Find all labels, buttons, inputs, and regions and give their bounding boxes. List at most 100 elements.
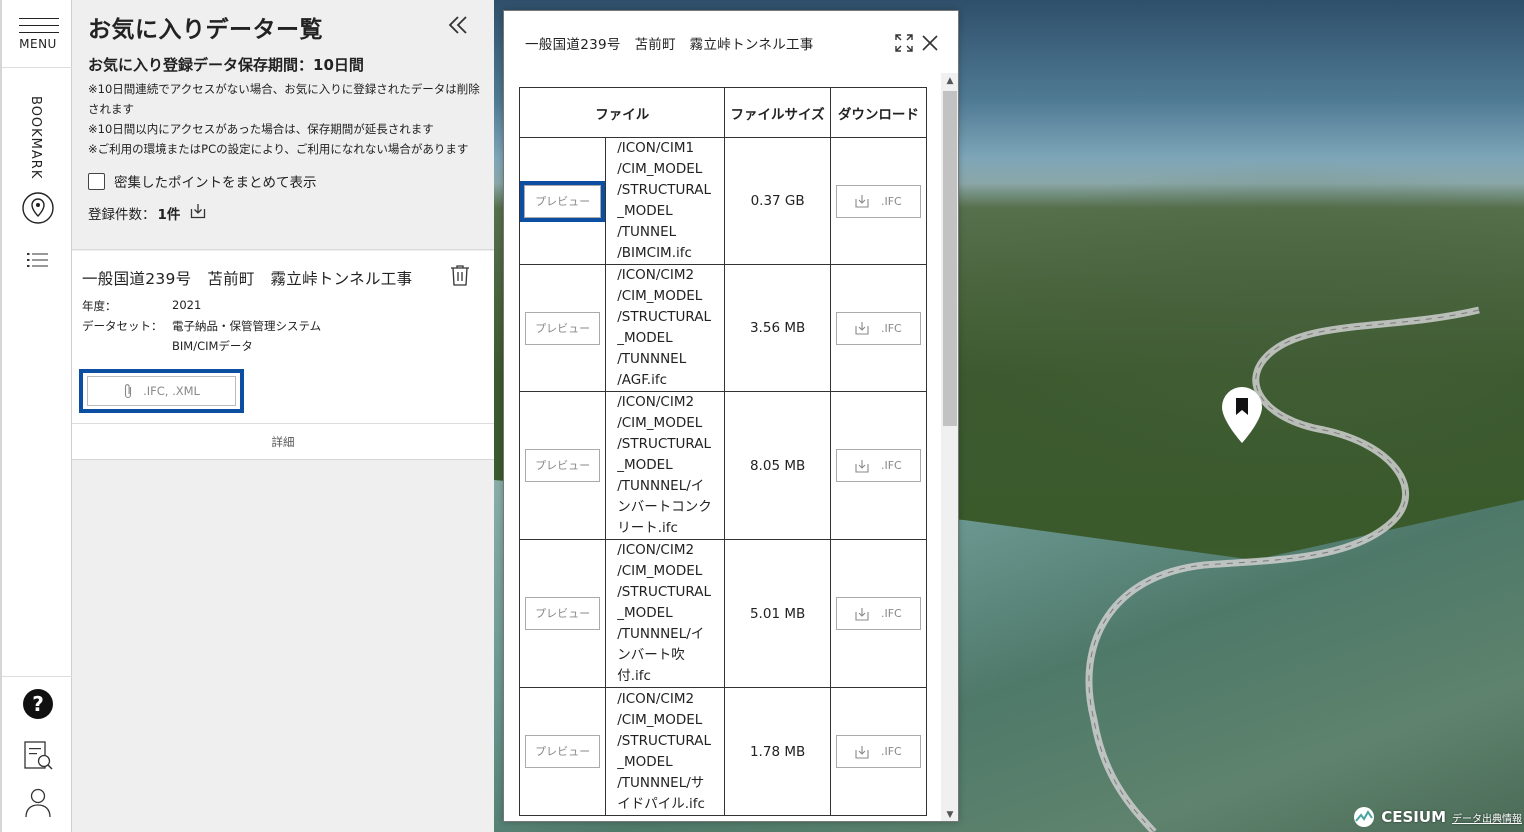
- user-icon[interactable]: [16, 782, 60, 822]
- dataset-value-2: BIM/CIMデータ: [172, 339, 253, 353]
- count-value: 1件: [157, 207, 181, 223]
- export-icon[interactable]: [190, 203, 206, 223]
- data-source-link[interactable]: データ出典情報: [1452, 810, 1522, 825]
- cluster-checkbox[interactable]: [88, 172, 105, 190]
- file-size: 0.37 GB: [724, 137, 831, 265]
- dialog-title: 一般国道239号 苫前町 霧立峠トンネル工事: [525, 37, 814, 53]
- map-pin-icon[interactable]: [16, 188, 60, 228]
- scroll-thumb[interactable]: [943, 91, 957, 426]
- download-label: .IFC: [880, 745, 902, 758]
- header-download: ダウンロード: [829, 87, 927, 138]
- favorites-panel: お気に入りデーター覧 お気に入り登録データ保存期間：10日間 ※10日間連続でア…: [72, 0, 494, 832]
- cesium-label: CESIUM: [1381, 808, 1446, 826]
- detail-button[interactable]: 詳細: [72, 424, 494, 460]
- preview-cell: プレビュー: [519, 391, 607, 540]
- download-cell: .IFC: [829, 264, 927, 392]
- bookmark-marker-icon[interactable]: [1221, 386, 1263, 444]
- download-button[interactable]: .IFC: [835, 735, 921, 768]
- cesium-credit[interactable]: CESIUM データ出典情報: [1353, 806, 1522, 828]
- bookmark-tab[interactable]: BOOKMARK: [28, 96, 48, 180]
- close-icon[interactable]: [920, 33, 940, 53]
- bookmark-tab-label: BOOKMARK: [28, 96, 43, 180]
- help-icon[interactable]: ?: [16, 684, 60, 724]
- file-size: 3.56 MB: [724, 264, 831, 392]
- preview-button[interactable]: プレビュー: [525, 597, 601, 630]
- retention-period: お気に入り登録データ保存期間：10日間: [88, 56, 364, 74]
- table-row: プレビュー/ICON/CIM1/CIM_MODEL/STRUCTURAL _MOD…: [519, 137, 927, 265]
- search-document-icon[interactable]: [16, 736, 60, 776]
- list-icon[interactable]: [16, 240, 60, 280]
- year-key: 年度：: [82, 299, 117, 313]
- table-row: プレビュー/ICON/CIM2/CIM_MODEL/STRUCTURAL _MOD…: [519, 264, 927, 392]
- header-size: ファイルサイズ: [724, 87, 831, 138]
- scroll-down-icon[interactable]: ▼: [941, 807, 958, 821]
- file-path: /ICON/CIM2/CIM_MODEL/STRUCTURAL _MODEL/TU…: [605, 391, 726, 540]
- hamburger-line: [19, 25, 59, 26]
- files-table-wrapper: ファイル ファイルサイズ ダウンロード プレビュー/ICON/CIM1/CIM_…: [519, 87, 927, 821]
- year-value: 2021: [172, 298, 202, 312]
- file-rows: プレビュー/ICON/CIM1/CIM_MODEL/STRUCTURAL _MOD…: [519, 137, 927, 816]
- files-dialog: 一般国道239号 苫前町 霧立峠トンネル工事 ファイル ファイルサイズ ダウンロ…: [503, 10, 959, 822]
- download-button[interactable]: .IFC: [835, 184, 921, 218]
- file-path: /ICON/CIM1/CIM_MODEL/STRUCTURAL _MODEL/TU…: [605, 137, 726, 265]
- table-row: プレビュー/ICON/CIM2/CIM_MODEL/STRUCTURAL _MOD…: [519, 539, 927, 688]
- count-label: 登録件数：: [88, 207, 156, 223]
- panel-title: お気に入りデーター覧: [88, 17, 323, 43]
- scroll-up-icon[interactable]: ▲: [941, 73, 958, 89]
- paperclip-icon: [125, 384, 132, 399]
- favorites-header: お気に入りデーター覧 お気に入り登録データ保存期間：10日間 ※10日間連続でア…: [72, 0, 494, 250]
- cluster-label: 密集したポイントをまとめて表示: [114, 175, 317, 191]
- cesium-logo-icon: [1354, 807, 1375, 827]
- retention-note-3: ※ご利用の環境またはPCの設定により、ご利用になれない場合があります: [88, 142, 469, 156]
- table-row: プレビュー/ICON/CIM2/CIM_MODEL/STRUCTURAL _MOD…: [519, 391, 927, 540]
- dataset-key-spacer: [82, 338, 172, 354]
- attachments-button[interactable]: .IFC, .XML: [79, 369, 244, 413]
- side-rail: MENU BOOKMARK ?: [0, 0, 72, 832]
- favorite-title[interactable]: 一般国道239号 苫前町 霧立峠トンネル工事: [82, 267, 412, 289]
- preview-button[interactable]: プレビュー: [525, 311, 601, 345]
- download-button[interactable]: .IFC: [835, 597, 921, 630]
- file-size: 5.01 MB: [724, 539, 831, 688]
- download-icon: [855, 459, 869, 473]
- download-icon: [855, 745, 869, 759]
- trash-icon[interactable]: [448, 263, 474, 289]
- preview-button[interactable]: プレビュー: [520, 180, 606, 222]
- menu-label: MENU: [19, 37, 57, 51]
- retention-note-1: ※10日間連続でアクセスがない場合、お気に入りに登録されたデータは削除されます: [88, 82, 480, 116]
- dataset-value: 電子納品・保管管理システム: [172, 319, 322, 333]
- year-row: 年度： 2021: [82, 298, 201, 314]
- header-file: ファイル: [519, 87, 726, 138]
- download-cell: .IFC: [829, 687, 927, 816]
- download-icon: [855, 195, 869, 208]
- file-size: 8.05 MB: [724, 391, 831, 540]
- menu-button[interactable]: MENU: [2, 0, 72, 68]
- rail-divider: [2, 676, 72, 677]
- preview-button[interactable]: プレビュー: [525, 735, 601, 768]
- dialog-scrollbar[interactable]: ▲ ▼: [941, 73, 958, 821]
- download-button[interactable]: .IFC: [835, 311, 921, 345]
- files-table: ファイル ファイルサイズ ダウンロード プレビュー/ICON/CIM1/CIM_…: [519, 87, 927, 816]
- download-icon: [855, 322, 869, 335]
- dataset-key: データセット：: [82, 319, 163, 333]
- preview-button[interactable]: プレビュー: [525, 449, 601, 482]
- preview-cell: プレビュー: [519, 687, 607, 816]
- expand-icon[interactable]: [895, 34, 913, 52]
- download-label: .IFC: [880, 321, 902, 335]
- table-row: プレビュー/ICON/CIM2/CIM_MODEL/STRUCTURAL _MOD…: [519, 687, 927, 816]
- favorite-item: 一般国道239号 苫前町 霧立峠トンネル工事 年度： 2021 データセット： …: [72, 251, 494, 424]
- download-label: .IFC: [880, 607, 902, 620]
- hamburger-line: [19, 32, 59, 33]
- file-path: /ICON/CIM2/CIM_MODEL/STRUCTURAL _MODEL/TU…: [605, 539, 726, 688]
- download-label: .IFC: [880, 194, 902, 208]
- attachments-label: .IFC, .XML: [143, 384, 200, 398]
- preview-cell: プレビュー: [519, 137, 607, 265]
- dataset-row-2: BIM/CIMデータ: [82, 338, 253, 354]
- hamburger-icon: [19, 18, 59, 19]
- file-path: /ICON/CIM2/CIM_MODEL/STRUCTURAL _MODEL/TU…: [605, 264, 726, 392]
- download-button[interactable]: .IFC: [835, 449, 921, 482]
- preview-cell: プレビュー: [519, 264, 607, 392]
- collapse-panel-button[interactable]: [444, 12, 472, 40]
- preview-cell: プレビュー: [519, 539, 607, 688]
- cluster-option: 密集したポイントをまとめて表示: [88, 171, 480, 191]
- download-cell: .IFC: [829, 391, 927, 540]
